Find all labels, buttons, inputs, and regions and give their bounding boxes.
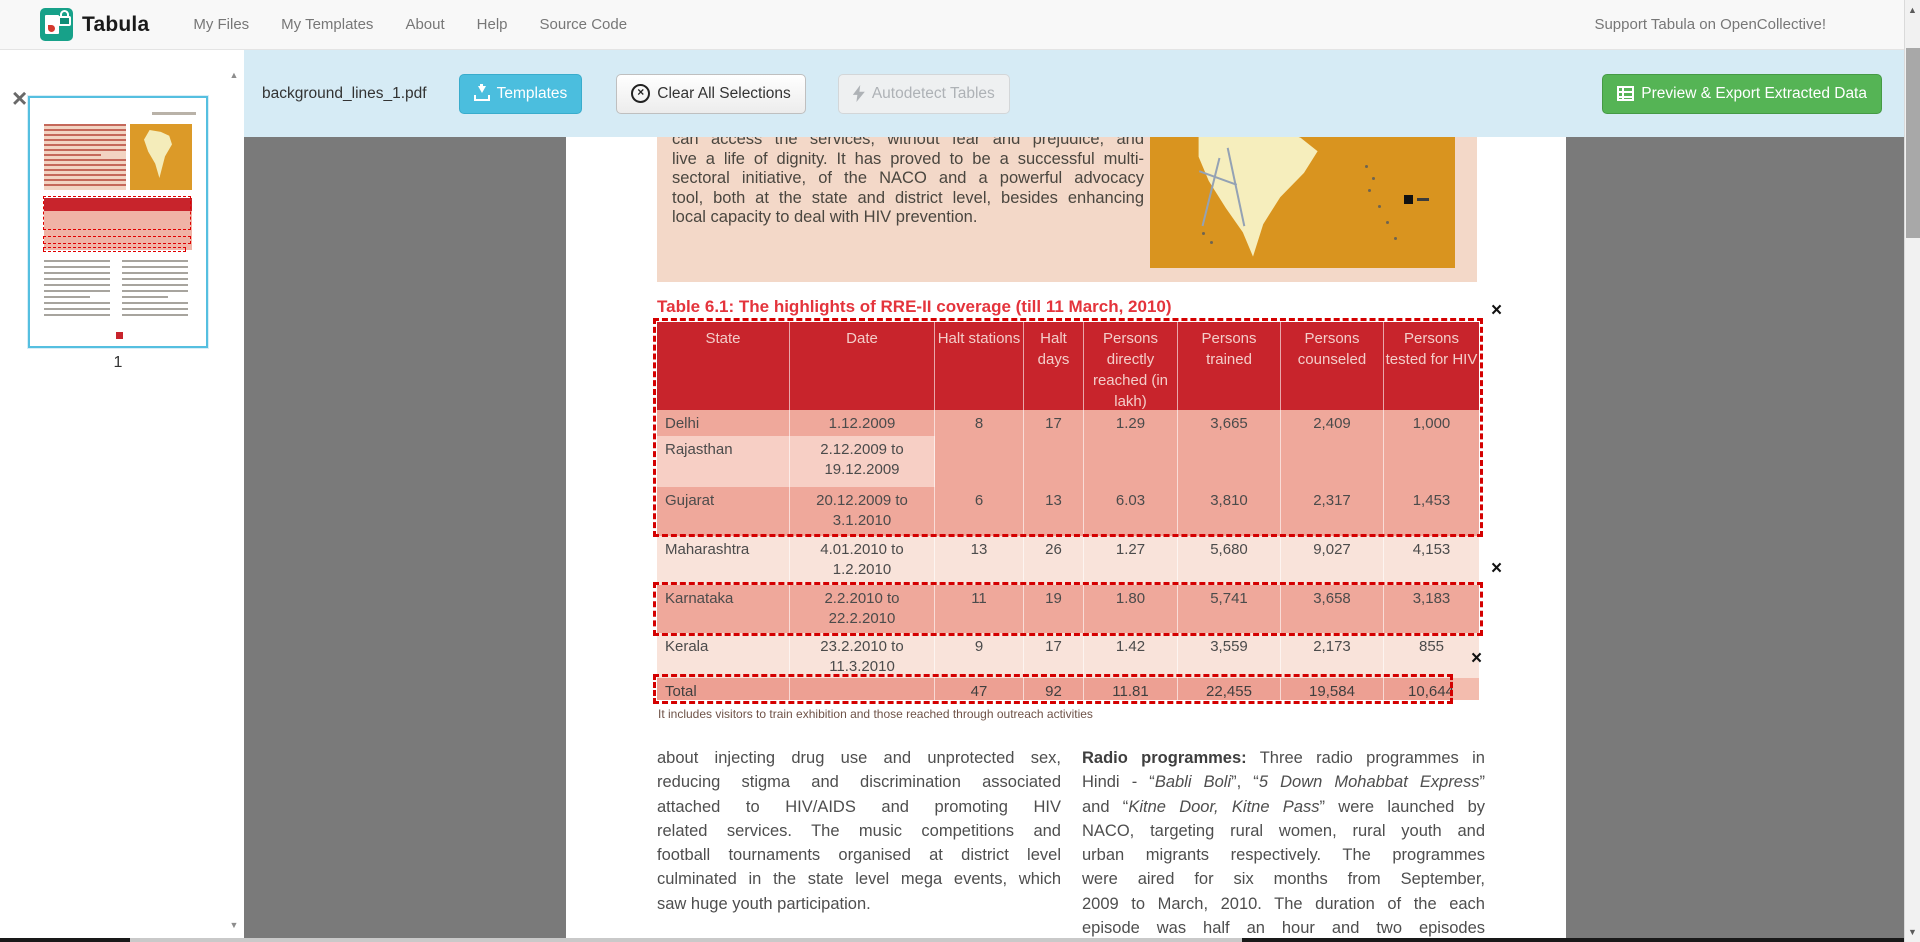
- table-cell: 4,153: [1384, 536, 1479, 585]
- thumb-map: [130, 124, 192, 190]
- table-cell: Kerala: [657, 633, 790, 678]
- text-line: can access the services, without fear an…: [672, 137, 1144, 150]
- text-line: football tournaments organised at distri…: [657, 843, 1061, 867]
- nav-item-help[interactable]: Help: [461, 1, 524, 48]
- scroll-up-icon[interactable]: ▲: [1905, 5, 1920, 15]
- lightning-icon: [853, 85, 865, 102]
- india-map-image: [1150, 137, 1455, 268]
- map-legend-swatch: [1404, 195, 1413, 204]
- text-line: culminated in the state level mega event…: [657, 867, 1061, 891]
- table-cell: 9,027: [1281, 536, 1384, 585]
- table-cell: 13: [935, 536, 1024, 585]
- text-line: sectoral initiative, of the NACO and a p…: [672, 169, 1144, 189]
- preview-export-button[interactable]: Preview & Export Extracted Data: [1602, 74, 1882, 114]
- table-cell: 4.01.2010 to1.2.2010: [790, 536, 935, 585]
- text-line: episode was half an hour and two episode…: [1082, 916, 1485, 938]
- remove-page-icon[interactable]: ×: [12, 88, 27, 108]
- table-cell: Maharashtra: [657, 536, 790, 585]
- table-cell: 1.27: [1084, 536, 1178, 585]
- scroll-down-icon[interactable]: ▼: [1905, 927, 1920, 937]
- body-text-left-column: about injecting drug use and unprotected…: [657, 746, 1061, 916]
- table-cell: 26: [1024, 536, 1084, 585]
- table-row: Maharashtra4.01.2010 to1.2.201013261.275…: [657, 536, 1479, 585]
- table-cell: 2,173: [1281, 633, 1384, 678]
- nav-links: My Files My Templates About Help Source …: [177, 1, 643, 48]
- text-line: and “Kitne Door, Kitne Pass” were launch…: [1082, 795, 1485, 819]
- text-line: local capacity to deal with HIV preventi…: [672, 208, 1144, 228]
- text-line: about injecting drug use and unprotected…: [657, 746, 1061, 770]
- thumb-text-block: [44, 124, 126, 190]
- page-number: 1: [28, 354, 208, 372]
- clear-all-selections-button[interactable]: × Clear All Selections: [616, 74, 806, 114]
- info-box-text: can access the services, without fear an…: [672, 137, 1144, 228]
- selection-box-1[interactable]: [653, 318, 1483, 537]
- nav-item-my-files[interactable]: My Files: [177, 1, 265, 48]
- text-line: Hindi - “Babli Boli”, “5 Down Mohabbat E…: [1082, 770, 1485, 794]
- navbar: Tabula My Files My Templates About Help …: [0, 0, 1904, 50]
- sidebar-scroll-up-icon[interactable]: ▲: [226, 70, 242, 80]
- pdf-viewer: can access the services, without fear an…: [244, 137, 1904, 938]
- text-line: attached to HIV/AIDS and promoting HIV: [657, 795, 1061, 819]
- sidebar: × 1 ▲ ▼: [0, 50, 244, 938]
- map-legend-label: [1417, 198, 1429, 201]
- thumb-table: [44, 198, 192, 250]
- table-cell: 1.42: [1084, 633, 1178, 678]
- page-thumbnail[interactable]: [28, 96, 208, 348]
- toolbar: background_lines_1.pdf Templates × Clear…: [244, 50, 1904, 137]
- tabula-logo-icon: [40, 8, 73, 41]
- horizontal-scrollbar-track[interactable]: [130, 938, 1242, 942]
- table-row: Kerala23.2.2010 to11.3.20109171.423,5592…: [657, 633, 1479, 678]
- table-cell: 17: [1024, 633, 1084, 678]
- scrollbar-thumb[interactable]: [1906, 48, 1920, 238]
- clear-circle-x-icon: ×: [631, 84, 650, 103]
- table-title: Table 6.1: The highlights of RRE-II cove…: [657, 297, 1172, 317]
- autodetect-tables-button[interactable]: Autodetect Tables: [838, 74, 1010, 114]
- thumb-page-mark: [116, 332, 123, 339]
- text-line: 2009 to March, 2010. The duration of the…: [1082, 892, 1485, 916]
- text-line: urban migrants respectively. The program…: [1082, 843, 1485, 867]
- window-scrollbar: ▲ ▼: [1904, 0, 1920, 942]
- table-cell: 3,559: [1178, 633, 1281, 678]
- table-grid-icon: [1617, 86, 1634, 101]
- text-line: live a life of dignity. It has proved to…: [672, 150, 1144, 170]
- save-template-icon: [474, 86, 490, 101]
- unselected-sliver: [1453, 678, 1479, 700]
- sidebar-scroll-down-icon[interactable]: ▼: [226, 920, 242, 930]
- nav-item-source-code[interactable]: Source Code: [524, 1, 644, 48]
- thumb-right-column: [122, 260, 188, 322]
- sidebar-scrollbar: ▲ ▼: [226, 50, 242, 938]
- body-text-right-column: Radio programmes: Three radio programmes…: [1082, 746, 1485, 938]
- selection-2-close-icon[interactable]: ×: [1491, 561, 1502, 577]
- pdf-filename: background_lines_1.pdf: [262, 85, 427, 103]
- text-line: tool, both at the state and district lev…: [672, 189, 1144, 209]
- table-cell: 5,680: [1178, 536, 1281, 585]
- selection-box-2[interactable]: [653, 582, 1483, 636]
- selection-box-3[interactable]: [653, 674, 1453, 704]
- text-line: were aired for six months from September…: [1082, 867, 1485, 891]
- templates-button[interactable]: Templates: [459, 74, 583, 114]
- table-cell: 23.2.2010 to11.3.2010: [790, 633, 935, 678]
- brand[interactable]: Tabula: [40, 8, 149, 41]
- selection-1-close-icon[interactable]: ×: [1491, 303, 1502, 319]
- text-line: related services. The music competitions…: [657, 819, 1061, 843]
- app-area: × 1 ▲ ▼ background_lines_1.pdf Templates: [0, 50, 1904, 938]
- text-line: saw huge youth participation.: [657, 892, 1061, 916]
- text-line: NACO, targeting rural women, rural youth…: [1082, 819, 1485, 843]
- support-link[interactable]: Support Tabula on OpenCollective!: [1594, 16, 1826, 33]
- table-cell: 9: [935, 633, 1024, 678]
- text-line: reducing stigma and discrimination assoc…: [657, 770, 1061, 794]
- nav-item-my-templates[interactable]: My Templates: [265, 1, 389, 48]
- brand-name: Tabula: [82, 13, 149, 37]
- pdf-page[interactable]: can access the services, without fear an…: [566, 137, 1566, 938]
- nav-item-about[interactable]: About: [389, 1, 460, 48]
- text-line: Radio programmes: Three radio programmes…: [1082, 746, 1485, 770]
- thumb-header-line: [152, 112, 196, 115]
- table-footnote: It includes visitors to train exhibition…: [658, 707, 1093, 721]
- thumb-left-column: [44, 260, 110, 322]
- selection-3-close-icon[interactable]: ×: [1471, 651, 1482, 667]
- table-cell: 855: [1384, 633, 1479, 678]
- horizontal-scrollbar: [0, 938, 1920, 942]
